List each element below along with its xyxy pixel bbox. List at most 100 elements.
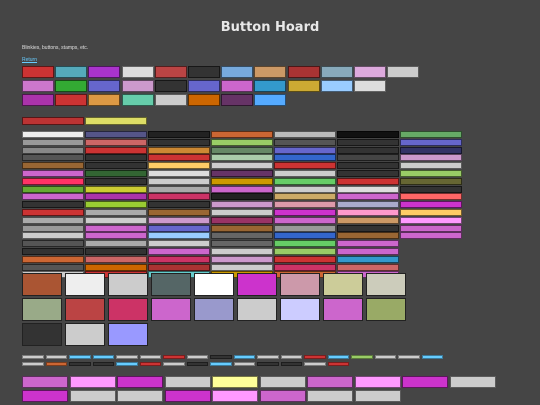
- blinkie[interactable]: [22, 255, 84, 263]
- tiny-button[interactable]: [327, 362, 349, 366]
- blinkie[interactable]: [400, 193, 462, 201]
- tiny-button[interactable]: [186, 362, 208, 366]
- blinkie[interactable]: [400, 201, 462, 209]
- blinkie[interactable]: [148, 255, 210, 263]
- user-button[interactable]: [307, 376, 353, 388]
- blinkie[interactable]: [22, 224, 84, 232]
- blinkie[interactable]: [22, 263, 84, 271]
- user-button[interactable]: [259, 376, 306, 388]
- blinkie[interactable]: [85, 240, 147, 248]
- stamp[interactable]: [108, 298, 148, 321]
- web-button[interactable]: [88, 94, 121, 106]
- blinkie[interactable]: [148, 216, 210, 224]
- user-button[interactable]: [117, 390, 163, 402]
- web-button[interactable]: [320, 80, 353, 92]
- web-button[interactable]: [254, 80, 287, 92]
- blinkie[interactable]: [274, 255, 336, 263]
- blinkie[interactable]: [22, 162, 84, 170]
- blinkie[interactable]: [337, 209, 399, 216]
- web-button[interactable]: [22, 94, 54, 106]
- blinkie[interactable]: [22, 146, 84, 154]
- stamp[interactable]: [194, 298, 234, 321]
- blinkie[interactable]: [337, 138, 399, 146]
- blinkie[interactable]: [85, 224, 147, 232]
- tiny-button[interactable]: [304, 362, 326, 366]
- web-button[interactable]: [187, 94, 220, 106]
- tiny-button[interactable]: [163, 362, 185, 366]
- blinkie[interactable]: [211, 232, 273, 240]
- blinkie[interactable]: [337, 185, 399, 193]
- user-button[interactable]: [22, 390, 68, 402]
- web-button[interactable]: [287, 66, 320, 78]
- blinkie[interactable]: [337, 170, 399, 177]
- stamp[interactable]: [22, 273, 62, 296]
- blinkie[interactable]: [211, 162, 273, 170]
- web-button[interactable]: [254, 66, 287, 78]
- blinkie[interactable]: [85, 131, 147, 138]
- blinkie[interactable]: [400, 170, 462, 177]
- blinkie[interactable]: [211, 209, 273, 216]
- tiny-button[interactable]: [92, 355, 114, 359]
- blinkie[interactable]: [274, 154, 336, 162]
- blinkie[interactable]: [148, 131, 210, 138]
- stamp[interactable]: [22, 323, 62, 346]
- blinkie[interactable]: [85, 255, 147, 263]
- web-button[interactable]: [287, 80, 320, 92]
- tiny-button[interactable]: [139, 355, 161, 359]
- blinkie[interactable]: [148, 177, 210, 185]
- blinkie[interactable]: [274, 185, 336, 193]
- tiny-button[interactable]: [69, 362, 91, 366]
- blinkie[interactable]: [85, 201, 147, 209]
- blinkie[interactable]: [211, 263, 273, 271]
- blinkie[interactable]: [22, 154, 84, 162]
- blinkie[interactable]: [337, 255, 399, 263]
- blinkie[interactable]: [400, 209, 462, 216]
- stamp[interactable]: [22, 298, 62, 321]
- blinkie[interactable]: [337, 162, 399, 170]
- blinkie[interactable]: [274, 232, 336, 240]
- blinkie[interactable]: [337, 146, 399, 154]
- blinkie[interactable]: [400, 177, 462, 185]
- tiny-button[interactable]: [257, 362, 279, 366]
- web-button[interactable]: [353, 66, 386, 78]
- tiny-button[interactable]: [45, 362, 67, 366]
- blinkie[interactable]: [337, 263, 399, 271]
- blinkie[interactable]: [274, 131, 336, 138]
- blinkie[interactable]: [400, 138, 462, 146]
- tiny-button[interactable]: [374, 355, 396, 359]
- web-button[interactable]: [88, 66, 121, 78]
- return-link[interactable]: Return: [22, 57, 37, 63]
- blinkie[interactable]: [274, 209, 336, 216]
- blinkie[interactable]: [148, 263, 210, 271]
- user-button[interactable]: [212, 390, 258, 402]
- blinkie[interactable]: [211, 138, 273, 146]
- user-button[interactable]: [164, 390, 211, 402]
- blinkie[interactable]: [85, 177, 147, 185]
- tiny-button[interactable]: [304, 355, 326, 359]
- blinkie[interactable]: [85, 170, 147, 177]
- user-button[interactable]: [259, 390, 306, 402]
- blinkie[interactable]: [337, 201, 399, 209]
- tiny-button[interactable]: [351, 355, 373, 359]
- tiny-button[interactable]: [233, 362, 255, 366]
- user-button[interactable]: [354, 376, 401, 388]
- web-button[interactable]: [221, 94, 254, 106]
- user-button[interactable]: [307, 390, 353, 402]
- blinkie[interactable]: [148, 193, 210, 201]
- web-button[interactable]: [221, 80, 254, 92]
- blinkie[interactable]: [337, 232, 399, 240]
- stamp[interactable]: [65, 298, 105, 321]
- tiny-button[interactable]: [45, 355, 67, 359]
- web-button[interactable]: [187, 80, 220, 92]
- blinkie[interactable]: [22, 177, 84, 185]
- blinkie[interactable]: [22, 232, 84, 240]
- blinkie[interactable]: [274, 146, 336, 154]
- user-button[interactable]: [69, 390, 116, 402]
- web-button[interactable]: [221, 66, 254, 78]
- blinkie[interactable]: [274, 201, 336, 209]
- web-button[interactable]: [187, 66, 220, 78]
- blinkie[interactable]: [22, 240, 84, 248]
- blinkie[interactable]: [400, 162, 462, 170]
- blinkie[interactable]: [22, 131, 84, 138]
- blinkie[interactable]: [211, 154, 273, 162]
